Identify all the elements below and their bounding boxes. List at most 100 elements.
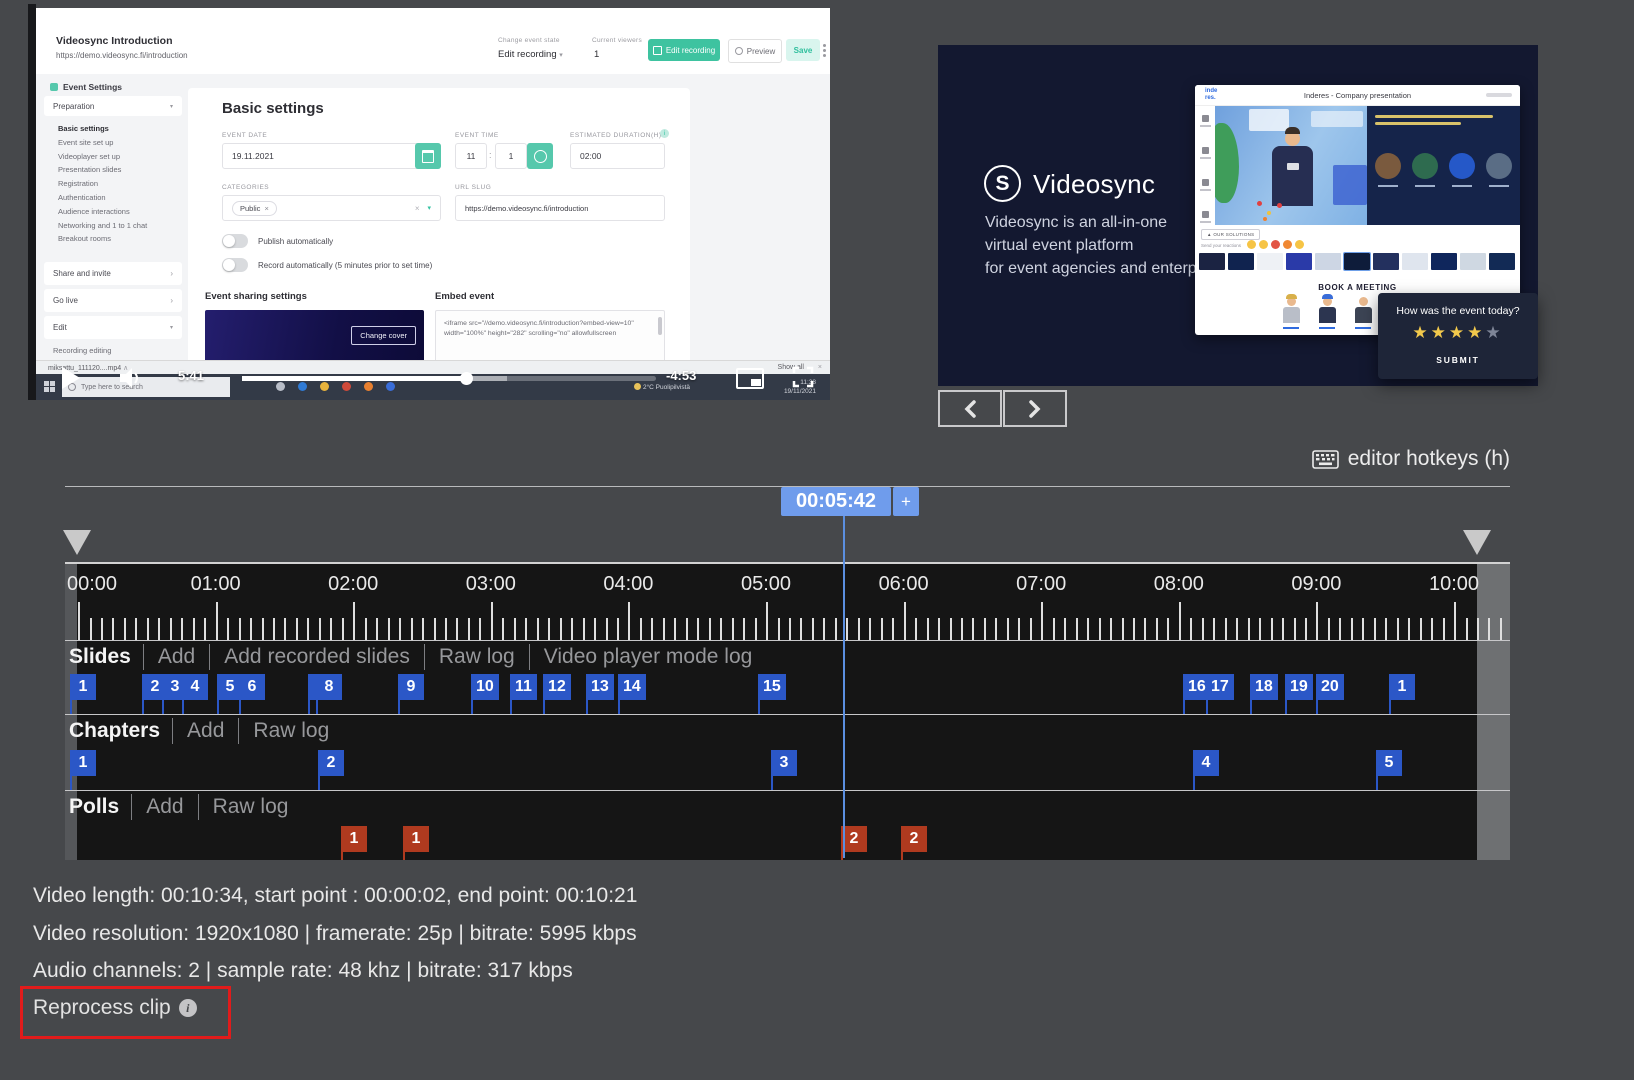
chapters-marker-1[interactable]: 1	[70, 750, 96, 776]
sidebar-item-preparation[interactable]: Preparation▾	[44, 96, 182, 116]
add-marker-button[interactable]: +	[893, 487, 919, 516]
slides-marker-4[interactable]: 4	[182, 674, 208, 700]
slides-marker-11[interactable]: 11	[510, 674, 537, 700]
trim-start-handle[interactable]	[63, 530, 91, 555]
event-hour-field[interactable]: 11	[455, 143, 487, 169]
trim-end-handle[interactable]	[1463, 530, 1491, 555]
chip-remove-icon[interactable]: ×	[264, 204, 268, 213]
sidebar-item-authentication[interactable]: Authentication	[58, 193, 106, 202]
submit-button[interactable]: SUBMIT	[1378, 355, 1538, 365]
clear-icon[interactable]: ×	[415, 204, 420, 213]
polls-marker-1[interactable]: 1	[403, 826, 429, 852]
sidebar-item-registration[interactable]: Registration	[58, 179, 98, 188]
preview-button[interactable]: Preview	[728, 39, 782, 63]
slide-thumbnail[interactable]	[1199, 253, 1225, 270]
slides-marker-18[interactable]: 18	[1250, 674, 1278, 700]
sidebar-item-recording-editing[interactable]: Recording editing	[53, 346, 111, 355]
volume-icon[interactable]	[118, 366, 144, 390]
duration-field[interactable]: 02:00	[570, 143, 665, 169]
polls-marker-1[interactable]: 1	[341, 826, 367, 852]
slide-thumbnail[interactable]	[1286, 253, 1312, 270]
sidebar-item-event-site-set-up[interactable]: Event site set up	[58, 138, 113, 147]
slide-thumbnail[interactable]	[1344, 253, 1370, 270]
event-minute-field[interactable]: 1	[495, 143, 527, 169]
slides-marker-8[interactable]: 8	[316, 674, 342, 700]
our-solutions-button[interactable]: ▲ OUR SOLUTIONS	[1201, 229, 1260, 240]
slide-thumbnail[interactable]	[1431, 253, 1457, 270]
avatar-caption-link[interactable]	[1355, 327, 1371, 329]
recording-video-player[interactable]: Videosync Introduction https://demo.vide…	[36, 8, 830, 400]
playhead-timecode[interactable]: 00:05:42	[781, 487, 891, 516]
slides-marker-9[interactable]: 9	[398, 674, 424, 700]
playhead-line[interactable]	[843, 516, 845, 858]
category-chip[interactable]: Public×	[232, 201, 277, 216]
chapters-action-raw-log[interactable]: Raw log	[239, 719, 343, 743]
slide-thumbnail[interactable]	[1257, 253, 1283, 270]
rail-icon[interactable]	[1202, 147, 1209, 154]
sidebar-item-audience-interactions[interactable]: Audience interactions	[58, 207, 130, 216]
star-icon[interactable]: ★	[1431, 323, 1449, 342]
slides-marker-1[interactable]: 1	[70, 674, 96, 700]
slides-marker-20[interactable]: 20	[1316, 674, 1344, 700]
sidebar-item-edit[interactable]: Edit▾	[44, 316, 182, 339]
chapters-marker-5[interactable]: 5	[1376, 750, 1402, 776]
slides-action-add-recorded-slides[interactable]: Add recorded slides	[210, 645, 424, 669]
star-icon[interactable]: ★	[1467, 323, 1485, 342]
editor-hotkeys-button[interactable]: editor hotkeys (h)	[1312, 447, 1510, 471]
duration-info-icon[interactable]: i	[660, 129, 669, 138]
slides-action-add[interactable]: Add	[144, 645, 209, 669]
event-date-field[interactable]: 19.11.2021	[222, 143, 441, 169]
change-state-dropdown[interactable]: Edit recording ▾	[498, 49, 563, 60]
play-button[interactable]	[62, 367, 80, 389]
chapters-marker-3[interactable]: 3	[771, 750, 797, 776]
slides-action-video-player-mode-log[interactable]: Video player mode log	[530, 645, 767, 669]
kebab-menu-icon[interactable]	[823, 42, 826, 59]
rail-icon[interactable]	[1202, 179, 1209, 186]
reprocess-clip-link[interactable]: Reprocess clip i	[33, 996, 197, 1020]
timeline[interactable]: 00:0001:0002:0003:0004:0005:0006:0007:00…	[65, 562, 1510, 860]
progress-handle[interactable]	[460, 372, 473, 385]
calendar-icon[interactable]	[415, 143, 441, 169]
url-slug-field[interactable]: https://demo.videosync.fi/introduction	[455, 195, 665, 221]
slides-marker-1[interactable]: 1	[1389, 674, 1415, 700]
slide-thumbnail[interactable]	[1315, 253, 1341, 270]
sidebar-item-videoplayer-set-up[interactable]: Videoplayer set up	[58, 152, 120, 161]
prev-slide-button[interactable]	[938, 390, 1002, 427]
chevron-down-icon[interactable]: ▾	[427, 204, 431, 212]
polls-action-raw-log[interactable]: Raw log	[199, 795, 303, 819]
info-icon[interactable]: i	[179, 999, 197, 1017]
clock-icon[interactable]	[527, 143, 553, 169]
rail-icon[interactable]	[1202, 211, 1209, 218]
slide-thumbnail[interactable]	[1402, 253, 1428, 270]
slide-preview[interactable]: S Videosync Videosync is an all-in-one v…	[938, 45, 1538, 386]
slides-marker-19[interactable]: 19	[1285, 674, 1313, 700]
sidebar-item-networking-and-1-to-1-chat[interactable]: Networking and 1 to 1 chat	[58, 221, 147, 230]
edit-recording-button[interactable]: Edit recording	[648, 39, 720, 61]
progress-bar[interactable]	[242, 376, 656, 381]
slide-thumbnail[interactable]	[1373, 253, 1399, 270]
sidebar-item-breakout-rooms[interactable]: Breakout rooms	[58, 234, 111, 243]
avatar-caption-link[interactable]	[1319, 327, 1335, 329]
reaction-emoji[interactable]	[1295, 240, 1304, 249]
publish-toggle[interactable]	[222, 234, 248, 248]
chapters-marker-4[interactable]: 4	[1193, 750, 1219, 776]
sidebar-item-share-and-invite[interactable]: Share and invite›	[44, 262, 182, 285]
slides-marker-14[interactable]: 14	[618, 674, 646, 700]
sidebar-item-presentation-slides[interactable]: Presentation slides	[58, 165, 121, 174]
chapters-marker-2[interactable]: 2	[318, 750, 344, 776]
slides-marker-17[interactable]: 17	[1206, 674, 1234, 700]
scrollbar[interactable]	[658, 317, 662, 335]
fullscreen-icon[interactable]	[792, 366, 814, 388]
slides-marker-12[interactable]: 12	[543, 674, 571, 700]
slides-marker-10[interactable]: 10	[471, 674, 499, 700]
slides-marker-6[interactable]: 6	[239, 674, 265, 700]
picture-in-picture-icon[interactable]	[736, 368, 764, 389]
slide-thumbnail[interactable]	[1489, 253, 1515, 270]
slide-thumbnail[interactable]	[1460, 253, 1486, 270]
reaction-emoji[interactable]	[1271, 240, 1280, 249]
polls-marker-2[interactable]: 2	[901, 826, 927, 852]
record-toggle[interactable]	[222, 258, 248, 272]
star-rating[interactable]: ★★★★★	[1378, 323, 1538, 343]
star-icon[interactable]: ★	[1412, 323, 1430, 342]
slides-marker-15[interactable]: 15	[758, 674, 786, 700]
